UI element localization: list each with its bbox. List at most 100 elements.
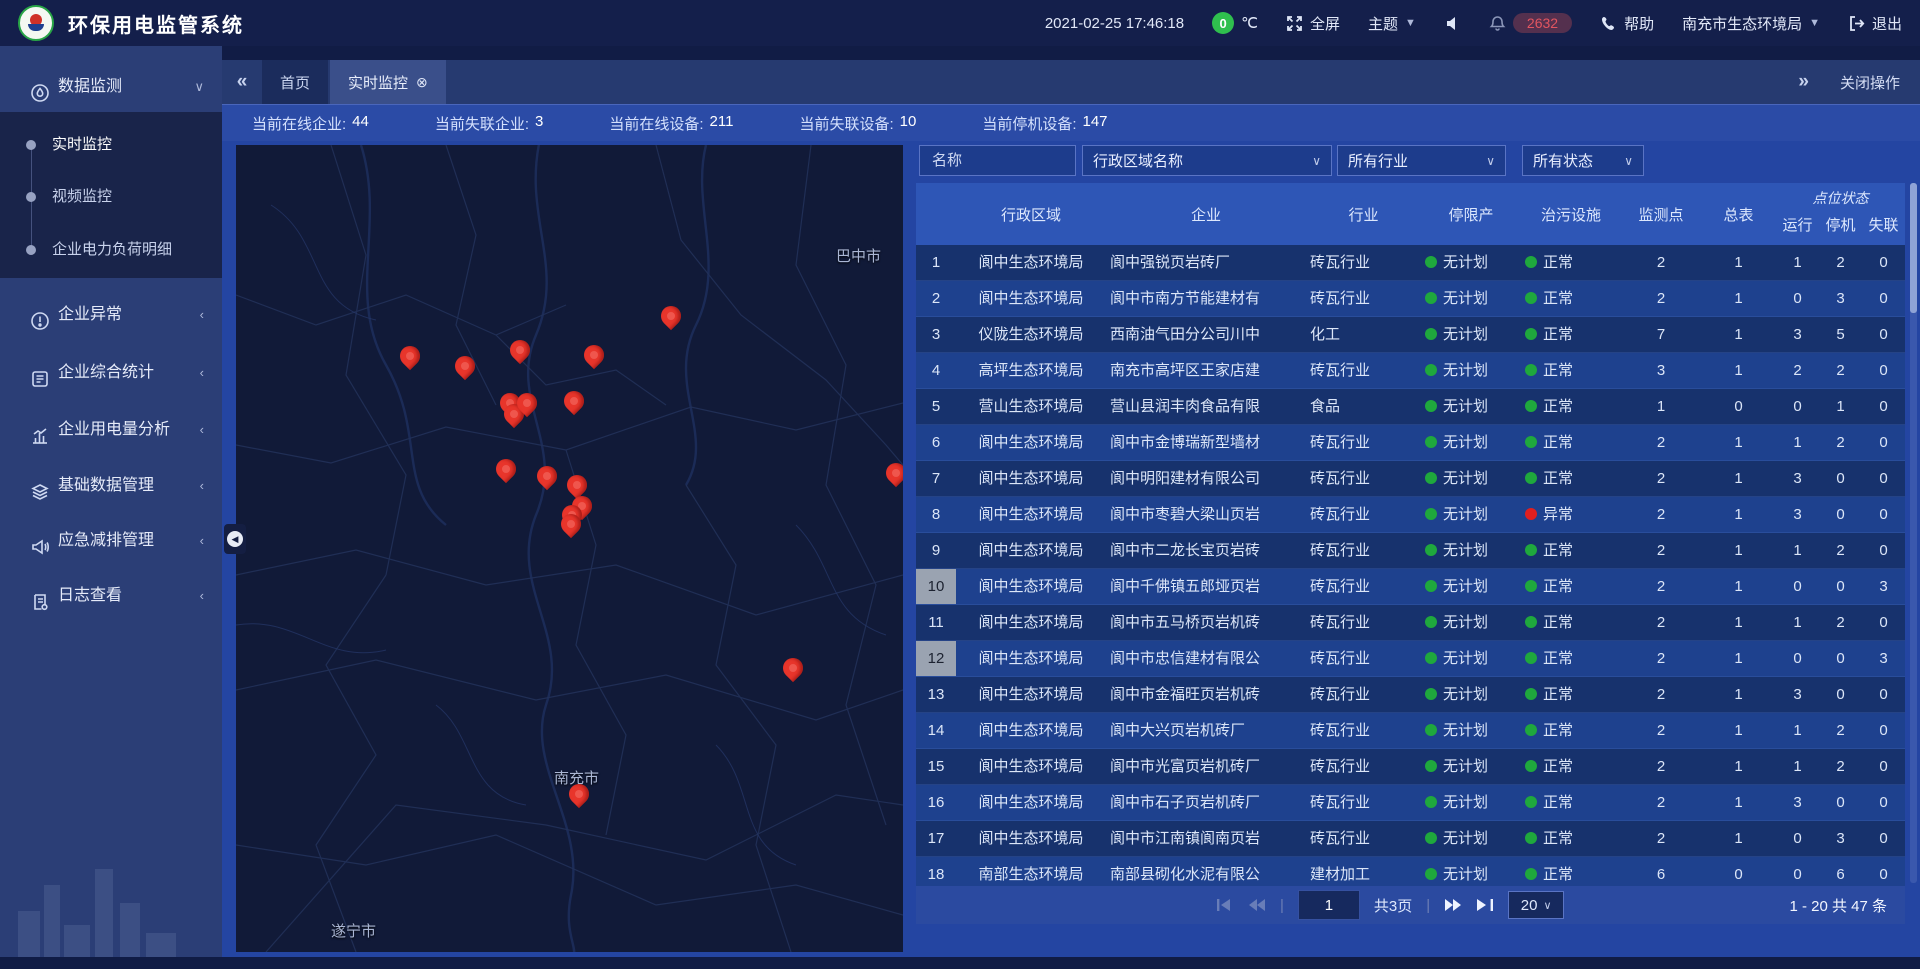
industry-cell: 砖瓦行业 [1306, 425, 1421, 460]
row-number-cell: 2 [916, 281, 956, 316]
table-row[interactable]: 7阆中生态环境局阆中明阳建材有限公司砖瓦行业无计划正常21300 [916, 461, 1905, 497]
row-number-cell: 15 [916, 749, 956, 784]
sidebar-submenu: 实时监控 视频监控 企业电力负荷明细 [0, 112, 222, 278]
limit-status-cell: 无计划 [1421, 281, 1521, 316]
sidebar-item-power-load-detail[interactable]: 企业电力负荷明细 [0, 232, 222, 268]
status-dot-icon [1425, 688, 1437, 700]
tab-home[interactable]: 首页 [262, 60, 328, 104]
first-page-button[interactable] [1216, 898, 1234, 912]
chevron-down-icon: ▼ [1809, 17, 1820, 29]
row-number-cell: 6 [916, 425, 956, 460]
name-filter-input[interactable] [919, 145, 1076, 176]
limit-status-cell: 无计划 [1421, 353, 1521, 388]
company-cell: 阆中市光富页岩机砖厂 [1106, 749, 1306, 784]
table-row[interactable]: 11阆中生态环境局阆中市五马桥页岩机砖砖瓦行业无计划正常21120 [916, 605, 1905, 641]
page-number-input[interactable] [1298, 890, 1360, 920]
region-filter-select[interactable]: 行政区域名称∨ [1082, 145, 1332, 176]
table-row[interactable]: 2阆中生态环境局阆中市南方节能建材有砖瓦行业无计划正常21030 [916, 281, 1905, 317]
table-row[interactable]: 3仪陇生态环境局西南油气田分公司川中化工无计划正常71350 [916, 317, 1905, 353]
row-number-cell: 13 [916, 677, 956, 712]
app-window: 环保用电监管系统 2021-02-25 17:46:18 0 ℃ 全屏 主题▼ [0, 0, 1920, 969]
region-cell: 营山生态环境局 [956, 389, 1106, 424]
last-page-button[interactable] [1476, 898, 1494, 912]
collapse-map-button[interactable]: ◀ [224, 524, 246, 554]
tab-realtime-monitor[interactable]: 实时监控⊗ [330, 60, 446, 104]
stop-count-cell: 0 [1819, 785, 1862, 820]
industry-cell: 砖瓦行业 [1306, 749, 1421, 784]
run-count-cell: 1 [1776, 425, 1819, 460]
next-page-button[interactable] [1444, 898, 1462, 912]
status-dot-icon [1525, 616, 1537, 628]
points-cell: 2 [1621, 821, 1701, 856]
sidebar-item-video-monitor[interactable]: 视频监控 [0, 179, 222, 215]
industry-filter-select[interactable]: 所有行业∨ [1337, 145, 1506, 176]
map[interactable]: 巴中市 南充市 遂宁市 [236, 145, 903, 952]
table-row[interactable]: 6阆中生态环境局阆中市金博瑞新型墙材砖瓦行业无计划正常21120 [916, 425, 1905, 461]
facility-status-cell: 正常 [1521, 425, 1621, 460]
sidebar-item-enterprise-anomaly[interactable]: 企业异常‹ [0, 293, 222, 337]
table-row[interactable]: 14阆中生态环境局阆中大兴页岩机砖厂砖瓦行业无计划正常21120 [916, 713, 1905, 749]
sidebar-item-emergency-reduction[interactable]: 应急减排管理‹ [0, 519, 222, 563]
company-cell: 阆中千佛镇五郎垭页岩 [1106, 569, 1306, 604]
datetime: 2021-02-25 17:46:18 [1045, 15, 1184, 32]
table-row[interactable]: 15阆中生态环境局阆中市光富页岩机砖厂砖瓦行业无计划正常21120 [916, 749, 1905, 785]
tabs-scroll-left-button[interactable]: « [222, 60, 262, 104]
stat-label: 当前在线设备: [609, 113, 703, 134]
mute-button[interactable] [1444, 15, 1461, 32]
table-row[interactable]: 13阆中生态环境局阆中市金福旺页岩机砖砖瓦行业无计划正常21300 [916, 677, 1905, 713]
industry-cell: 砖瓦行业 [1306, 569, 1421, 604]
notifications[interactable]: 2632 [1489, 13, 1572, 33]
help-button[interactable]: 帮助 [1600, 13, 1654, 34]
chevron-down-icon: ▼ [1405, 17, 1416, 29]
sidebar-item-power-analysis[interactable]: 企业用电量分析‹ [0, 408, 222, 452]
table-row[interactable]: 16阆中生态环境局阆中市石子页岩机砖厂砖瓦行业无计划正常21300 [916, 785, 1905, 821]
logout-button[interactable]: 退出 [1848, 13, 1902, 34]
sidebar-item-base-data[interactable]: 基础数据管理‹ [0, 464, 222, 508]
col-meters: 总表 [1701, 183, 1776, 245]
name-input[interactable] [930, 151, 1065, 170]
fullscreen-button[interactable]: 全屏 [1286, 13, 1340, 34]
industry-cell: 砖瓦行业 [1306, 533, 1421, 568]
meters-cell: 1 [1701, 281, 1776, 316]
page-size-select[interactable]: 20∨ [1508, 891, 1564, 919]
limit-status-cell: 无计划 [1421, 713, 1521, 748]
theme-dropdown[interactable]: 主题▼ [1368, 13, 1416, 34]
facility-status-cell: 正常 [1521, 353, 1621, 388]
table-row[interactable]: 9阆中生态环境局阆中市二龙长宝页岩砖砖瓦行业无计划正常21120 [916, 533, 1905, 569]
sidebar-item-data-monitor[interactable]: 数据监测∨ [0, 65, 222, 109]
limit-status-cell: 无计划 [1421, 821, 1521, 856]
chevron-left-icon: ‹ [200, 293, 204, 337]
row-number-cell: 4 [916, 353, 956, 388]
tabs-scroll-right-button[interactable]: » [1798, 71, 1806, 93]
facility-status-cell: 正常 [1521, 677, 1621, 712]
table-row[interactable]: 17阆中生态环境局阆中市江南镇阆南页岩砖瓦行业无计划正常21030 [916, 821, 1905, 857]
table-row[interactable]: 4高坪生态环境局南充市高坪区王家店建砖瓦行业无计划正常31220 [916, 353, 1905, 389]
chevron-left-icon: ‹ [200, 464, 204, 508]
meters-cell: 1 [1701, 749, 1776, 784]
map-label-city: 巴中市 [836, 245, 881, 266]
lost-count-cell: 0 [1862, 749, 1905, 784]
meters-cell: 1 [1701, 641, 1776, 676]
sidebar-item-enterprise-statistics[interactable]: 企业综合统计‹ [0, 351, 222, 395]
industry-cell: 砖瓦行业 [1306, 785, 1421, 820]
close-tab-icon[interactable]: ⊗ [416, 74, 428, 91]
stat-value: 211 [710, 113, 734, 134]
org-dropdown[interactable]: 南充市生态环境局▼ [1682, 13, 1820, 34]
table-row[interactable]: 5营山生态环境局营山县润丰肉食品有限食品无计划正常10010 [916, 389, 1905, 425]
meters-cell: 1 [1701, 713, 1776, 748]
table-row[interactable]: 8阆中生态环境局阆中市枣碧大梁山页岩砖瓦行业无计划异常21300 [916, 497, 1905, 533]
close-operations-button[interactable]: 关闭操作 [1840, 72, 1900, 93]
company-cell: 阆中市金福旺页岩机砖 [1106, 677, 1306, 712]
sidebar-item-realtime-monitor[interactable]: 实时监控 [0, 127, 222, 163]
status-dot-icon [1425, 832, 1437, 844]
prev-page-button[interactable] [1248, 898, 1266, 912]
chevron-left-icon: ‹ [200, 519, 204, 563]
table-row[interactable]: 10阆中生态环境局阆中千佛镇五郎垭页岩砖瓦行业无计划正常21003 [916, 569, 1905, 605]
status-dot-icon [1525, 292, 1537, 304]
scrollbar-thumb[interactable] [1910, 183, 1917, 313]
stop-count-cell: 2 [1819, 749, 1862, 784]
status-filter-select[interactable]: 所有状态∨ [1522, 145, 1644, 176]
table-row[interactable]: 12阆中生态环境局阆中市忠信建材有限公砖瓦行业无计划正常21003 [916, 641, 1905, 677]
sidebar-item-log-view[interactable]: 日志查看‹ [0, 574, 222, 618]
table-row[interactable]: 1阆中生态环境局阆中强锐页岩砖厂砖瓦行业无计划正常21120 [916, 245, 1905, 281]
